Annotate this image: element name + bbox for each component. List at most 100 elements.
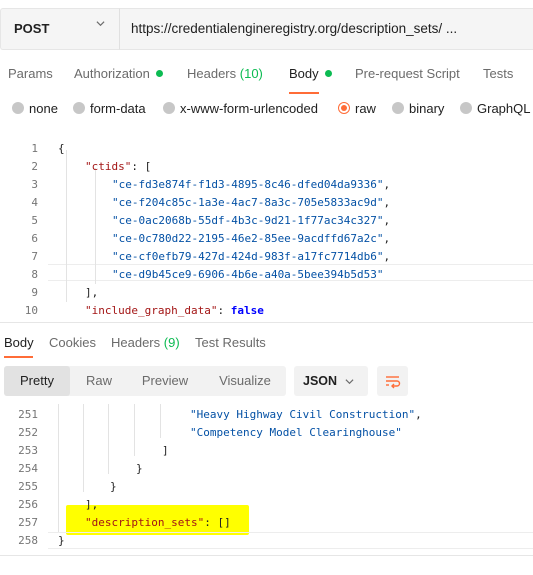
json-string: "ce-0c780d22-2195-46e2-85ee-9acdffd67a2c… xyxy=(112,232,384,245)
section-divider xyxy=(0,322,533,323)
line-number: 10 xyxy=(24,304,38,317)
indent-guide xyxy=(66,150,67,302)
chevron-down-icon[interactable] xyxy=(345,377,354,386)
active-tab-indicator xyxy=(289,92,319,94)
url-text: https://credentialengineregistry.org/des… xyxy=(131,21,458,36)
json-string: "ce-0ac2068b-55df-4b3c-9d21-1f77ac34c327… xyxy=(112,214,384,227)
code-line: } xyxy=(136,462,143,475)
radio-none[interactable] xyxy=(12,102,24,114)
code-line: "include_graph_data": false xyxy=(85,304,264,317)
tab-authorization[interactable]: Authorization xyxy=(74,66,163,81)
code-line: } xyxy=(110,480,117,493)
line-number: 9 xyxy=(31,286,38,299)
radio-urlencoded-label[interactable]: x-www-form-urlencoded xyxy=(180,101,318,116)
json-key: "ctids" xyxy=(85,160,132,173)
radio-graphql[interactable] xyxy=(460,102,472,114)
code-line: "ce-cf0efb79-427d-424d-983f-a17fc7714db6… xyxy=(112,250,390,263)
code-line: "description_sets": [] xyxy=(85,516,231,529)
json-boolean: false xyxy=(230,304,264,317)
json-punct: , xyxy=(383,250,391,263)
line-number: 4 xyxy=(31,196,38,209)
tab-cookies[interactable]: Cookies xyxy=(49,335,96,350)
tab-params[interactable]: Params xyxy=(8,66,53,81)
tab-response-headers[interactable]: Headers (9) xyxy=(111,335,180,350)
indent-guide xyxy=(134,404,135,456)
code-line: ], xyxy=(85,498,99,511)
wrap-lines-button[interactable] xyxy=(377,366,408,396)
current-line-highlight xyxy=(48,532,533,549)
line-number: 6 xyxy=(31,232,38,245)
code-line: "ctids": [ xyxy=(85,160,151,173)
line-number: 256 xyxy=(18,498,38,511)
code-line: "ce-0c780d22-2195-46e2-85ee-9acdffd67a2c… xyxy=(112,232,390,245)
tab-tests[interactable]: Tests xyxy=(483,66,513,81)
json-string: "ce-f204c85c-1a3e-4ac7-8a3c-705e5833ac9d… xyxy=(112,196,384,209)
wrap-icon xyxy=(386,376,401,389)
format-select-value: JSON xyxy=(303,374,338,388)
radio-binary[interactable] xyxy=(392,102,404,114)
indent-guide xyxy=(108,404,109,474)
headers-count: (10) xyxy=(239,66,263,81)
radio-graphql-label[interactable]: GraphQL xyxy=(477,101,530,116)
json-string: "ce-cf0efb79-427d-424d-983f-a17fc7714db6… xyxy=(112,250,384,263)
tab-headers[interactable]: Headers (10) xyxy=(187,66,263,81)
code-line: } xyxy=(58,534,65,547)
radio-form-data-label[interactable]: form-data xyxy=(90,101,146,116)
line-number: 8 xyxy=(31,268,38,281)
tab-response-body[interactable]: Body xyxy=(4,335,34,350)
json-string: "Competency Model Clearinghouse" xyxy=(190,426,402,439)
code-line: ], xyxy=(85,286,99,299)
line-number: 257 xyxy=(18,516,38,529)
code-line: ] xyxy=(162,444,169,457)
code-line: { xyxy=(58,142,65,155)
tab-pre-request-script[interactable]: Pre-request Script xyxy=(355,66,460,81)
request-body-editor[interactable]: 1 2 3 4 5 6 7 8 9 10 { "ctids": [ "ce-fd… xyxy=(0,134,533,318)
code-line: "Heavy Highway Civil Construction", xyxy=(190,408,422,421)
line-number: 2 xyxy=(31,160,38,173)
response-headers-count: (9) xyxy=(163,335,180,350)
tab-test-results[interactable]: Test Results xyxy=(195,335,266,350)
radio-binary-label[interactable]: binary xyxy=(409,101,444,116)
code-line: "ce-0ac2068b-55df-4b3c-9d21-1f77ac34c327… xyxy=(112,214,390,227)
json-string: "ce-d9b45ce9-6906-4b6e-a40a-5bee394b5d53… xyxy=(112,268,384,281)
radio-none-label[interactable]: none xyxy=(29,101,58,116)
json-key: "include_graph_data" xyxy=(85,304,218,317)
json-string: "ce-fd3e874f-f1d3-4895-8c46-dfed04da9336… xyxy=(112,178,384,191)
radio-raw[interactable] xyxy=(338,102,350,114)
json-punct: , xyxy=(383,196,391,209)
tab-authorization-label: Authorization xyxy=(74,66,150,81)
code-line: "ce-fd3e874f-f1d3-4895-8c46-dfed04da9336… xyxy=(112,178,390,191)
indent-guide xyxy=(58,404,59,532)
json-punct: : xyxy=(217,304,231,317)
code-line: "ce-f204c85c-1a3e-4ac7-8a3c-705e5833ac9d… xyxy=(112,196,390,209)
radio-form-data[interactable] xyxy=(73,102,85,114)
line-number: 3 xyxy=(31,178,38,191)
code-line: "Competency Model Clearinghouse" xyxy=(190,426,402,439)
chevron-down-icon[interactable] xyxy=(96,19,105,28)
method-label: POST xyxy=(14,21,50,36)
json-punct: : [] xyxy=(204,516,231,529)
visualize-button[interactable]: Visualize xyxy=(208,366,282,396)
bottom-divider xyxy=(0,555,533,556)
radio-raw-label[interactable]: raw xyxy=(355,101,376,116)
json-string: "Heavy Highway Civil Construction" xyxy=(190,408,416,421)
json-punct: , xyxy=(383,214,391,227)
tab-body[interactable]: Body xyxy=(289,66,332,81)
line-number: 255 xyxy=(18,480,38,493)
json-punct: , xyxy=(383,178,391,191)
indent-guide xyxy=(160,404,161,438)
line-number: 258 xyxy=(18,534,38,547)
line-number: 254 xyxy=(18,462,38,475)
tab-body-label: Body xyxy=(289,66,319,81)
active-tab-indicator xyxy=(4,356,33,358)
radio-urlencoded[interactable] xyxy=(163,102,175,114)
json-punct: , xyxy=(415,408,422,421)
json-key: "description_sets" xyxy=(85,516,205,529)
preview-button[interactable]: Preview xyxy=(132,366,198,396)
raw-button[interactable]: Raw xyxy=(74,366,124,396)
line-number: 252 xyxy=(18,426,38,439)
tab-headers-label: Headers xyxy=(187,66,237,81)
json-punct: : [ xyxy=(131,160,152,173)
pretty-button[interactable]: Pretty xyxy=(4,366,70,396)
line-number: 5 xyxy=(31,214,38,227)
